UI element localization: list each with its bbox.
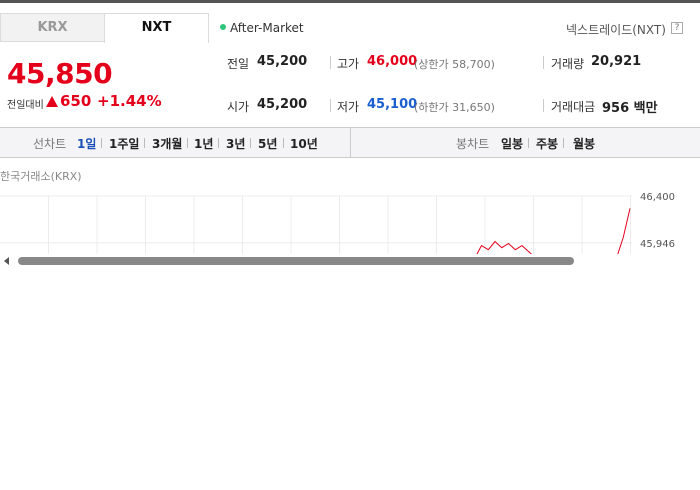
period-sep xyxy=(563,138,564,148)
low-value: 45,100 xyxy=(367,97,418,112)
provider-label: 넥스트레이드(NXT) xyxy=(566,23,666,37)
line-chart-label: 선차트 xyxy=(33,137,67,151)
stat-divider xyxy=(543,56,544,69)
help-icon[interactable]: ? xyxy=(671,22,683,34)
current-price: 45,850 xyxy=(7,57,113,90)
session-dot-icon xyxy=(220,24,226,30)
tab-krx[interactable]: KRX xyxy=(0,13,105,42)
candle-chart-label: 봉차트 xyxy=(456,137,490,151)
price-series-line xyxy=(360,208,631,258)
volume-label: 거래량 xyxy=(551,57,585,71)
candle-daily[interactable]: 일봉 xyxy=(501,135,523,152)
period-5y[interactable]: 5년 xyxy=(258,135,277,152)
period-bar-divider xyxy=(350,128,351,158)
period-sep xyxy=(218,138,219,148)
tab-nxt[interactable]: NXT xyxy=(104,13,209,43)
open-label: 시가 xyxy=(227,100,250,114)
open-value: 45,200 xyxy=(257,97,308,112)
price-change-pct: +1.44% xyxy=(97,92,162,110)
session-label: After-Market xyxy=(230,21,304,35)
period-10y[interactable]: 10년 xyxy=(290,135,318,152)
y-tick-label: 45,946 xyxy=(640,239,675,250)
volume-value: 20,921 xyxy=(591,54,642,69)
amount-label: 거래대금 xyxy=(551,100,596,114)
scrollbar-thumb[interactable] xyxy=(18,257,574,265)
period-sep xyxy=(283,138,284,148)
period-1w[interactable]: 1주일 xyxy=(109,135,139,152)
prev-compare-label: 전일대비 xyxy=(7,100,44,111)
prev-close-label: 전일 xyxy=(227,57,250,71)
period-3m[interactable]: 3개월 xyxy=(152,135,182,152)
period-sep xyxy=(187,138,188,148)
up-triangle-icon xyxy=(46,96,58,107)
period-1d[interactable]: 1일 xyxy=(77,135,96,152)
price-change: 650 xyxy=(46,92,91,110)
period-sep xyxy=(250,138,251,148)
y-tick-label: 46,400 xyxy=(640,192,675,203)
price-change-value: 650 xyxy=(60,92,92,110)
session-status: After-Market xyxy=(220,21,304,35)
stat-divider xyxy=(330,99,331,112)
period-sep xyxy=(144,138,145,148)
high-label: 고가 xyxy=(337,57,360,71)
candle-weekly[interactable]: 주봉 xyxy=(536,135,558,152)
period-3y[interactable]: 3년 xyxy=(226,135,245,152)
lower-limit: (하한가 31,650) xyxy=(414,101,495,114)
amount-value: 956 백만 xyxy=(602,101,658,116)
scroll-left-icon[interactable] xyxy=(4,257,9,265)
low-label: 저가 xyxy=(337,100,360,114)
price-chart: 46,400 45,946 xyxy=(0,192,675,258)
stat-divider xyxy=(330,56,331,69)
stat-divider xyxy=(543,99,544,112)
chart-title: 한국거래소(KRX) xyxy=(0,170,82,183)
prev-close-value: 45,200 xyxy=(257,54,308,69)
upper-limit: (상한가 58,700) xyxy=(414,58,495,71)
period-sep xyxy=(528,138,529,148)
period-sep xyxy=(101,138,102,148)
high-value: 46,000 xyxy=(367,54,418,69)
candle-monthly[interactable]: 월봉 xyxy=(573,135,595,152)
period-1y[interactable]: 1년 xyxy=(194,135,213,152)
top-border xyxy=(0,0,700,3)
